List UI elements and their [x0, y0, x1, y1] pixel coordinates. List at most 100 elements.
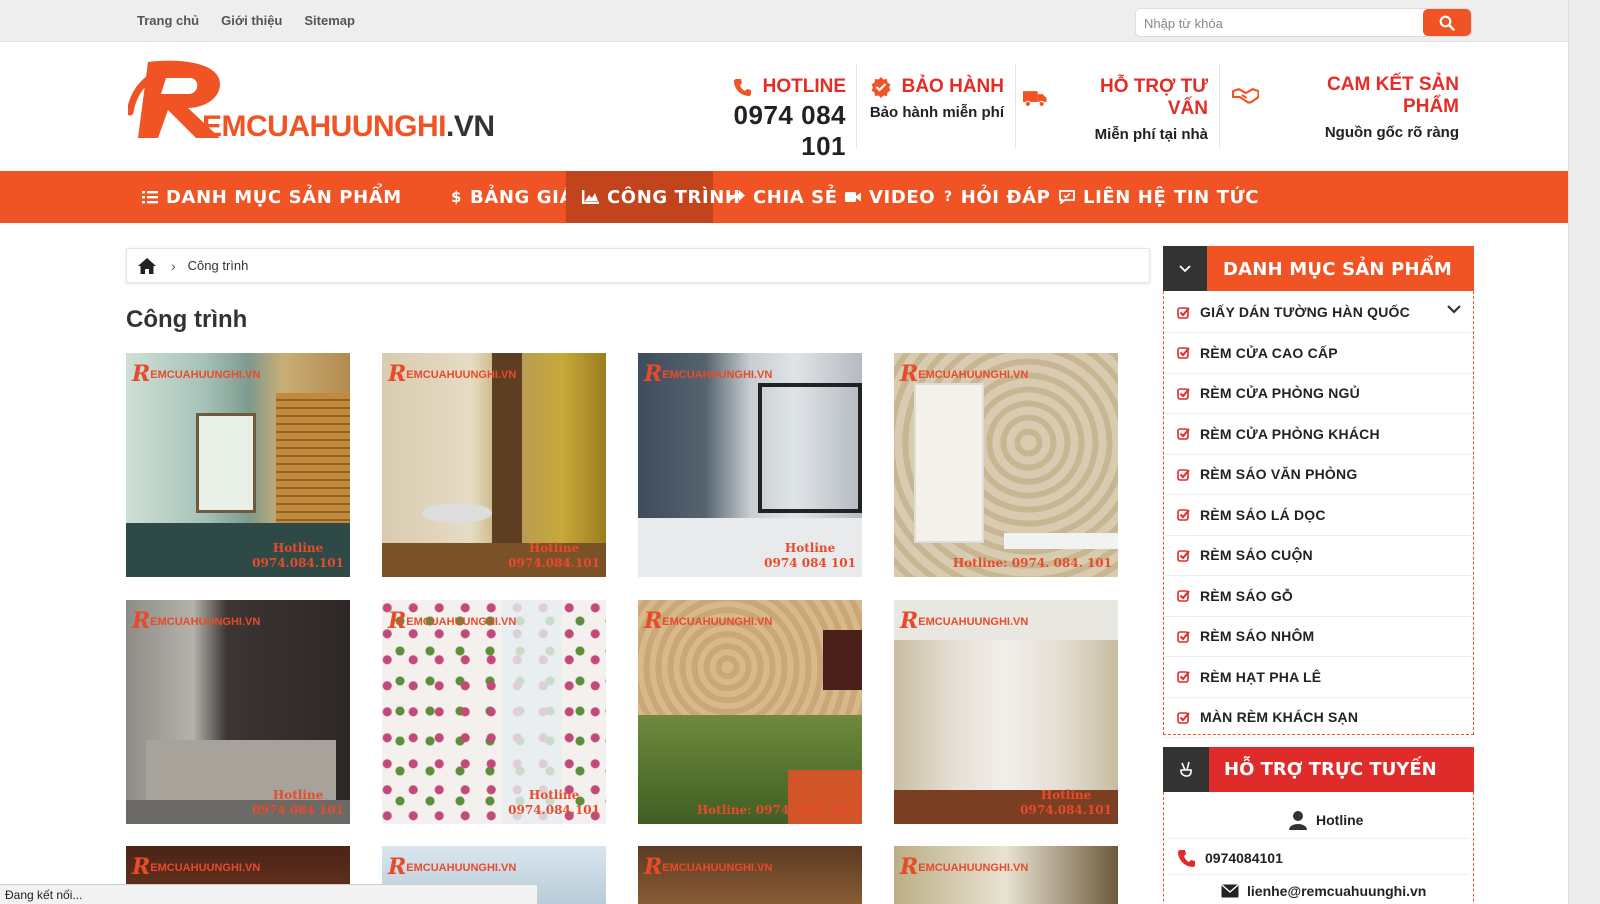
category-item[interactable]: RÈM SÁO CUỘN: [1164, 535, 1473, 576]
support-toggle-button[interactable]: [1163, 747, 1209, 792]
category-panel-title: DANH MỤC SẢN PHẨM: [1223, 259, 1452, 280]
nav-item-news[interactable]: TIN TỨC: [1174, 171, 1259, 223]
checkbox-icon: [1177, 590, 1190, 602]
breadcrumb: › Công trình: [126, 248, 1150, 283]
category-item[interactable]: RÈM SÁO LÁ DỌC: [1164, 495, 1473, 536]
nav-item-video[interactable]: VIDEO: [845, 171, 935, 223]
category-item[interactable]: MÀN RÈM KHÁCH SẠN: [1164, 697, 1473, 738]
category-panel-header: DANH MỤC SẢN PHẨM: [1163, 246, 1474, 291]
header-divider: [856, 64, 857, 148]
checkbox-icon: [1177, 428, 1190, 440]
hotline-caption: Hotline 0974.084.101: [508, 788, 600, 817]
commit-sub: Nguồn gốc rõ ràng: [1324, 124, 1459, 141]
category-label: RÈM CỬA PHÒNG NGỦ: [1200, 385, 1360, 401]
site-logo[interactable]: EMCUAHUUNGHI.VN: [128, 58, 508, 146]
phone-icon: [733, 79, 751, 96]
video-camera-icon: [845, 192, 861, 202]
checkbox-icon: [1177, 509, 1190, 521]
support-phone[interactable]: 0974084101: [1177, 848, 1283, 868]
share-icon: [729, 190, 745, 203]
top-link-home[interactable]: Trang chủ: [137, 13, 199, 28]
category-label: GIẤY DÁN TƯỜNG HÀN QUỐC: [1200, 304, 1410, 320]
top-bar: Trang chủ Giới thiệu Sitemap: [0, 0, 1568, 42]
watermark: REMCUAHUUNGHI.VN: [644, 608, 773, 634]
nav-item-price[interactable]: $ BẢNG GIÁ: [451, 171, 574, 223]
hotline-caption: Hotline 0974 084 101: [252, 788, 344, 817]
breadcrumb-current: Công trình: [187, 258, 249, 273]
envelope-icon: [1221, 884, 1239, 898]
gallery-item[interactable]: REMCUAHUUNGHI.VN: [638, 846, 862, 904]
gallery-item[interactable]: REMCUAHUUNGHI.VN Hotline: 0974. 084. 101: [638, 600, 862, 824]
top-link-about[interactable]: Giới thiệu: [221, 13, 282, 28]
category-label: RÈM SÁO GỖ: [1200, 587, 1294, 604]
support-panel-title: HỖ TRỢ TRỰC TUYẾN: [1224, 759, 1437, 780]
watermark: REMCUAHUUNGHI.VN: [132, 361, 261, 387]
support-contact-name: Hotline: [1288, 810, 1363, 830]
nav-item-share[interactable]: CHIA SẺ: [729, 171, 838, 223]
image-icon: [582, 190, 599, 204]
dollar-icon: $: [451, 188, 463, 206]
checkbox-icon: [1177, 347, 1190, 359]
search-button[interactable]: [1423, 9, 1471, 36]
gallery-item[interactable]: REMCUAHUUNGHI.VN: [894, 846, 1118, 904]
peace-hand-icon: [1180, 761, 1192, 777]
top-link-sitemap[interactable]: Sitemap: [304, 13, 355, 28]
category-label: MÀN RÈM KHÁCH SẠN: [1200, 709, 1359, 725]
page-title: Công trình: [126, 306, 248, 333]
commit-title: CAM KẾT SẢN PHẨM: [1327, 74, 1459, 117]
hotline-number[interactable]: 0974 084 101: [700, 100, 846, 162]
search-icon: [1439, 15, 1455, 31]
nav-item-projects[interactable]: CÔNG TRÌNH: [566, 171, 740, 223]
category-item[interactable]: GIẤY DÁN TƯỜNG HÀN QUỐC: [1164, 292, 1473, 333]
browser-status-bar: Đang kết nối...: [0, 884, 538, 904]
gallery-item[interactable]: REMCUAHUUNGHI.VN Hotline 0974.084.101: [382, 353, 606, 577]
hotline-caption: Hotline 0974.084.101: [252, 541, 344, 570]
search-input[interactable]: [1144, 14, 1414, 32]
gallery-item[interactable]: REMCUAHUUNGHI.VN Hotline 0974.084.101: [126, 353, 350, 577]
support-email[interactable]: lienhe@remcuahuunghi.vn: [1221, 883, 1426, 899]
watermark: REMCUAHUUNGHI.VN: [132, 608, 261, 634]
category-item[interactable]: RÈM SÁO VĂN PHÒNG: [1164, 454, 1473, 495]
support-divider: [1168, 838, 1469, 839]
truck-icon: [1022, 91, 1047, 107]
category-label: RÈM SÁO LÁ DỌC: [1200, 506, 1326, 523]
support-title: HỖ TRỢ TƯ VẤN: [1100, 76, 1208, 119]
page-background: Trang chủ Giới thiệu Sitemap EMCUAHUUNGH…: [0, 0, 1568, 904]
nav-item-contact[interactable]: LIÊN HỆ: [1059, 171, 1166, 223]
warranty-block: BẢO HÀNH Bảo hành miễn phí: [864, 76, 1004, 121]
commit-block: CAM KẾT SẢN PHẨM Nguồn gốc rõ ràng: [1232, 74, 1459, 141]
category-item[interactable]: RÈM CỬA CAO CẤP: [1164, 333, 1473, 374]
watermark: REMCUAHUUNGHI.VN: [388, 361, 517, 387]
window-edge: [1568, 0, 1600, 904]
category-item[interactable]: RÈM SÁO GỖ: [1164, 576, 1473, 617]
gallery-item[interactable]: REMCUAHUUNGHI.VN Hotline 0974 084 101: [638, 353, 862, 577]
checkbox-icon: [1177, 630, 1190, 643]
category-item[interactable]: RÈM HẠT PHA LÊ: [1164, 657, 1473, 698]
category-label: RÈM SÁO VĂN PHÒNG: [1200, 466, 1358, 482]
hotline-caption: Hotline 0974.084.101: [508, 541, 600, 570]
support-block: HỖ TRỢ TƯ VẤN Miễn phí tại nhà: [1022, 76, 1208, 143]
nav-item-categories[interactable]: DANH MỤC SẢN PHẨM: [142, 171, 402, 223]
hotline-caption: Hotline: 0974. 084. 101: [952, 556, 1112, 570]
gallery-item[interactable]: REMCUAHUUNGHI.VN Hotline 0974.084.101: [894, 600, 1118, 824]
hotline-caption: Hotline 0974 084 101: [764, 541, 856, 570]
hotline-title: HOTLINE: [762, 76, 846, 97]
nav-item-faq[interactable]: ? HỎI ĐÁP: [944, 171, 1050, 223]
category-label: RÈM CỬA PHÒNG KHÁCH: [1200, 425, 1380, 442]
category-item[interactable]: RÈM CỬA PHÒNG KHÁCH: [1164, 414, 1473, 455]
category-item[interactable]: RÈM CỬA PHÒNG NGỦ: [1164, 373, 1473, 414]
gallery-item[interactable]: REMCUAHUUNGHI.VN Hotline 0974.084.101: [382, 600, 606, 824]
gallery-item[interactable]: REMCUAHUUNGHI.VN Hotline 0974 084 101: [126, 600, 350, 824]
watermark: REMCUAHUUNGHI.VN: [900, 361, 1029, 387]
category-label: RÈM SÁO NHÔM: [1200, 628, 1315, 644]
gallery-item[interactable]: REMCUAHUUNGHI.VN Hotline: 0974. 084. 101: [894, 353, 1118, 577]
support-sub: Miễn phí tại nhà: [1094, 126, 1208, 143]
home-icon[interactable]: [137, 257, 157, 275]
category-toggle-button[interactable]: [1163, 246, 1207, 291]
watermark: REMCUAHUUNGHI.VN: [644, 854, 773, 880]
chevron-down-icon: [1179, 264, 1191, 272]
watermark: REMCUAHUUNGHI.VN: [132, 854, 261, 880]
category-item[interactable]: RÈM SÁO NHÔM: [1164, 616, 1473, 657]
chevron-down-icon[interactable]: [1447, 305, 1461, 314]
support-panel-header: HỖ TRỢ TRỰC TUYẾN: [1163, 747, 1474, 792]
